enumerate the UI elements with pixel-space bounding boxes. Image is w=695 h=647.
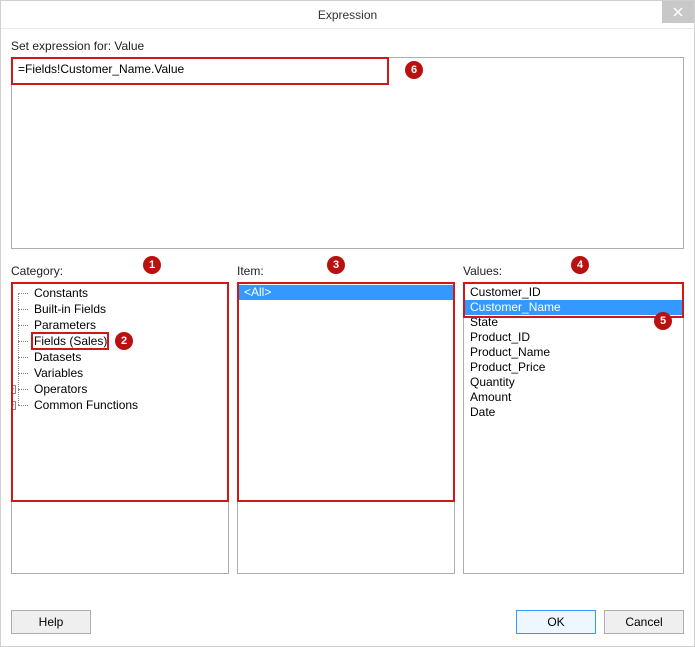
- item-label: Item:: [237, 264, 455, 278]
- tree-node-label: Common Functions: [32, 398, 140, 412]
- expression-dialog: Expression Set expression for: Value 6 C…: [0, 0, 695, 647]
- close-button[interactable]: [662, 1, 694, 23]
- category-label: Category:: [11, 264, 229, 278]
- tree-node-label: Built-in Fields: [32, 302, 108, 316]
- values-list-row[interactable]: Customer_Name: [464, 300, 683, 315]
- values-list[interactable]: Customer_IDCustomer_NameStateProduct_IDP…: [463, 282, 684, 574]
- tree-node-label: Variables: [32, 366, 85, 380]
- category-tree-item[interactable]: Datasets: [18, 349, 228, 365]
- category-tree-item[interactable]: +Operators: [18, 381, 228, 397]
- dialog-footer: Help OK Cancel: [1, 598, 694, 646]
- expression-for-label: Set expression for: Value: [11, 39, 684, 53]
- values-list-row[interactable]: Amount: [464, 390, 683, 405]
- values-list-row[interactable]: Product_Price: [464, 360, 683, 375]
- ok-button[interactable]: OK: [516, 610, 596, 634]
- category-tree-item[interactable]: Variables: [18, 365, 228, 381]
- tree-node-label: Parameters: [32, 318, 98, 332]
- category-tree-item[interactable]: Built-in Fields: [18, 301, 228, 317]
- category-tree-item[interactable]: Parameters: [18, 317, 228, 333]
- tree-node-label: Fields (Sales): [32, 334, 109, 348]
- values-list-row[interactable]: Product_ID: [464, 330, 683, 345]
- category-tree-item[interactable]: Constants: [18, 285, 228, 301]
- expression-input[interactable]: [11, 57, 684, 249]
- item-list[interactable]: <All>: [237, 282, 455, 574]
- values-list-row[interactable]: Date: [464, 405, 683, 420]
- titlebar: Expression: [1, 1, 694, 29]
- help-button[interactable]: Help: [11, 610, 91, 634]
- values-list-row[interactable]: Customer_ID: [464, 285, 683, 300]
- tree-expander-icon[interactable]: +: [11, 385, 16, 394]
- tree-expander-icon[interactable]: +: [11, 401, 16, 410]
- tree-node-label: Datasets: [32, 350, 83, 364]
- values-list-row[interactable]: Quantity: [464, 375, 683, 390]
- cancel-button[interactable]: Cancel: [604, 610, 684, 634]
- values-list-row[interactable]: Product_Name: [464, 345, 683, 360]
- values-list-row[interactable]: State: [464, 315, 683, 330]
- category-tree[interactable]: Constants Built-in Fields Parameters Fields…: [11, 282, 229, 574]
- window-title: Expression: [318, 8, 377, 22]
- item-list-row[interactable]: <All>: [238, 285, 454, 300]
- category-tree-item[interactable]: Fields (Sales): [18, 333, 228, 349]
- tree-node-label: Operators: [32, 382, 89, 396]
- close-icon: [673, 7, 683, 17]
- values-label: Values:: [463, 264, 684, 278]
- category-tree-item[interactable]: +Common Functions: [18, 397, 228, 413]
- tree-node-label: Constants: [32, 286, 90, 300]
